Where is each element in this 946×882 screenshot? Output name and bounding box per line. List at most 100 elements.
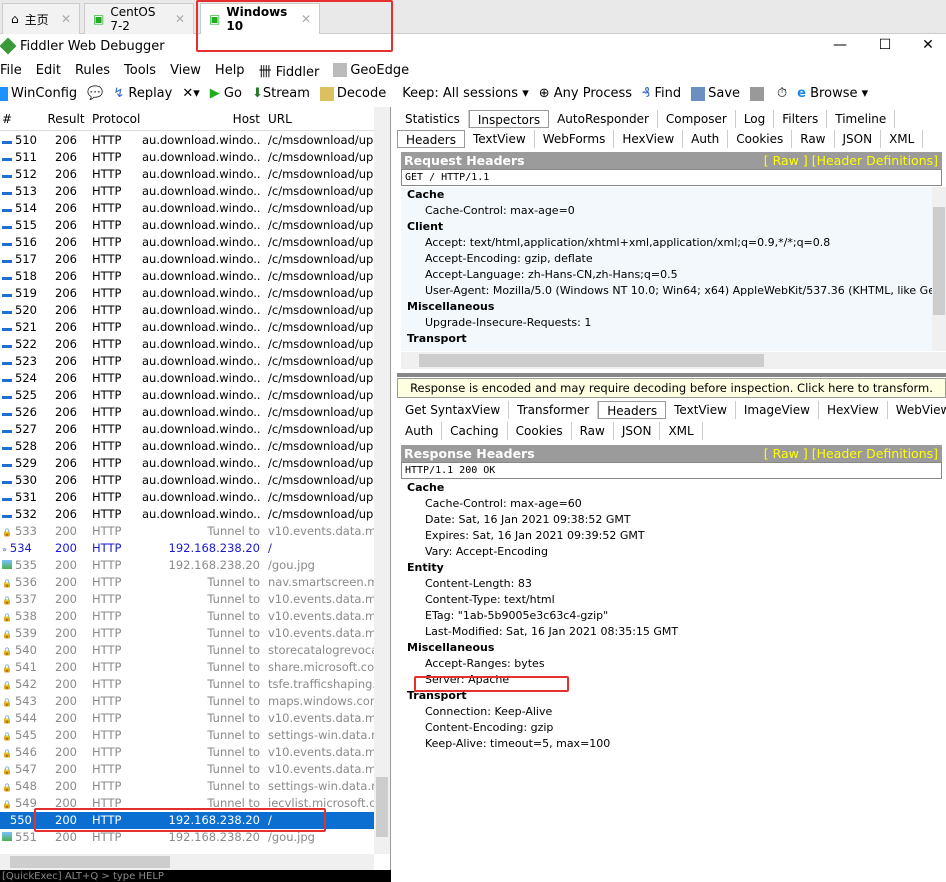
- tab-imageview[interactable]: ImageView: [736, 401, 819, 419]
- go-button[interactable]: ▶ Go: [210, 86, 242, 101]
- col-url[interactable]: URL: [268, 112, 374, 126]
- browse-button[interactable]: e Browse ▾: [797, 86, 868, 101]
- session-row[interactable]: 🔒536 200 HTTP Tunnel to nav.smartscreen.micr: [0, 574, 374, 591]
- tab-textview[interactable]: TextView: [666, 401, 736, 419]
- session-row[interactable]: 🔒537 200 HTTP Tunnel to v10.events.data.micr: [0, 591, 374, 608]
- session-row[interactable]: » 534 200 HTTP 192.168.238.20 /: [0, 540, 374, 557]
- header-group[interactable]: Miscellaneous: [401, 299, 942, 315]
- col-protocol[interactable]: Protocol: [92, 112, 142, 126]
- menu-file[interactable]: File: [0, 63, 22, 78]
- session-row[interactable]: 528 206 HTTP au.download.windo... /c/msdownl…: [0, 438, 374, 455]
- tab-transformer[interactable]: Transformer: [509, 401, 599, 419]
- header-group[interactable]: Cache: [401, 187, 942, 203]
- header-group[interactable]: Client: [401, 219, 942, 235]
- tab-textview[interactable]: TextView: [465, 130, 535, 148]
- horizontal-scrollbar[interactable]: [0, 854, 374, 870]
- close-icon[interactable]: ✕: [61, 12, 71, 26]
- menu-help[interactable]: Help: [215, 63, 245, 78]
- tab-json[interactable]: JSON: [614, 422, 661, 440]
- tab-caching[interactable]: Caching: [442, 422, 508, 440]
- session-row[interactable]: 🔒541 200 HTTP Tunnel to share.microsoft.com:…: [0, 659, 374, 676]
- screenshot-button[interactable]: [750, 86, 767, 101]
- comment-button[interactable]: 💬: [87, 86, 103, 101]
- splitter[interactable]: [397, 373, 946, 377]
- header-group[interactable]: Miscellaneous: [401, 640, 942, 656]
- tab-hexview[interactable]: HexView: [819, 401, 888, 419]
- tab-filters[interactable]: Filters: [774, 110, 828, 128]
- session-row[interactable]: 🔒540 200 HTTP Tunnel to storecatalogrevocati…: [0, 642, 374, 659]
- maximize-button[interactable]: ☐: [865, 34, 905, 56]
- timer-button[interactable]: ⏱: [777, 86, 787, 101]
- transform-notice[interactable]: Response is encoded and may require deco…: [397, 378, 946, 398]
- menu-tools[interactable]: Tools: [124, 63, 156, 78]
- tab-get-syntaxview[interactable]: Get SyntaxView: [397, 401, 510, 419]
- col-result[interactable]: Result: [46, 112, 86, 126]
- session-row[interactable]: 535 200 HTTP 192.168.238.20/gou.jpg: [0, 557, 374, 574]
- session-row[interactable]: 511 206 HTTP au.download.windo... /c/msdownl…: [0, 149, 374, 166]
- tab-json[interactable]: JSON: [835, 130, 882, 148]
- request-vertical-scrollbar[interactable]: [932, 187, 946, 351]
- session-row[interactable]: 🔒542 200 HTTP Tunnel to tsfe.trafficshaping.…: [0, 676, 374, 693]
- remove-button[interactable]: ✕▾: [182, 86, 199, 101]
- save-button[interactable]: Save: [691, 86, 740, 101]
- session-row[interactable]: 527 206 HTTP au.download.windo... /c/msdownl…: [0, 421, 374, 438]
- tab-statistics[interactable]: Statistics: [397, 110, 469, 128]
- winconfig-button[interactable]: WinConfig: [0, 86, 77, 101]
- tab-centos[interactable]: ▣ CentOS 7-2 ✕: [84, 3, 194, 34]
- session-row[interactable]: 🔒546 200 HTTP Tunnel to v10.events.data.micr: [0, 744, 374, 761]
- tab-timeline[interactable]: Timeline: [827, 110, 896, 128]
- any-process-button[interactable]: ⊕ Any Process: [539, 86, 632, 101]
- session-row[interactable]: 519 206 HTTP au.download.windo... /c/msdownl…: [0, 285, 374, 302]
- session-row[interactable]: 🔒538 200 HTTP Tunnel to v10.events.data.micr: [0, 608, 374, 625]
- request-horizontal-scrollbar[interactable]: [401, 352, 946, 369]
- session-row[interactable]: 518 206 HTTP au.download.windo... /c/msdownl…: [0, 268, 374, 285]
- session-row[interactable]: 515 206 HTTP au.download.windo... /c/msdownl…: [0, 217, 374, 234]
- session-row[interactable]: 517 206 HTTP au.download.windo... /c/msdownl…: [0, 251, 374, 268]
- tab-cookies[interactable]: Cookies: [508, 422, 572, 440]
- stream-button[interactable]: ⬇Stream: [252, 86, 310, 101]
- session-row[interactable]: 513 206 HTTP au.download.windo... /c/msdownl…: [0, 183, 374, 200]
- tab-hexview[interactable]: HexView: [614, 130, 684, 148]
- tab-xml[interactable]: XML: [660, 422, 703, 440]
- tab-composer[interactable]: Composer: [658, 110, 736, 128]
- header-links[interactable]: [ Raw ] [Header Definitions]: [764, 445, 938, 462]
- tab-raw[interactable]: Raw: [792, 130, 835, 148]
- tab-webforms[interactable]: WebForms: [535, 130, 615, 148]
- tab-cookies[interactable]: Cookies: [728, 130, 793, 148]
- session-row[interactable]: 531 206 HTTP au.download.windo... /c/msdownl…: [0, 489, 374, 506]
- tab-webview[interactable]: WebView: [888, 401, 946, 419]
- session-row[interactable]: 🔒548 200 HTTP Tunnel to settings-win.data.mi…: [0, 778, 374, 795]
- col-host[interactable]: Host: [142, 112, 260, 126]
- tab-auth[interactable]: Auth: [397, 422, 443, 440]
- menu-rules[interactable]: Rules: [75, 63, 110, 78]
- menu-edit[interactable]: Edit: [36, 63, 61, 78]
- session-row[interactable]: 529 206 HTTP au.download.windo... /c/msdownl…: [0, 455, 374, 472]
- menu-geoedge[interactable]: GeoEdge: [333, 63, 409, 78]
- session-row[interactable]: 526 206 HTTP au.download.windo... /c/msdownl…: [0, 404, 374, 421]
- tab-home[interactable]: ⌂ 主页 ✕: [2, 3, 80, 34]
- find-button[interactable]: ₰ Find: [642, 86, 681, 101]
- session-row[interactable]: 532 206 HTTP au.download.windo... /c/msdownl…: [0, 506, 374, 523]
- minimize-button[interactable]: —: [820, 34, 860, 56]
- header-group[interactable]: Cache: [401, 480, 942, 496]
- menu-view[interactable]: View: [170, 63, 201, 78]
- replay-button[interactable]: ↯ Replay: [113, 86, 172, 101]
- col-number[interactable]: #: [0, 112, 46, 126]
- session-row[interactable]: 514 206 HTTP au.download.windo... /c/msdownl…: [0, 200, 374, 217]
- session-row[interactable]: 525 206 HTTP au.download.windo... /c/msdownl…: [0, 387, 374, 404]
- close-button[interactable]: ✕: [908, 34, 946, 56]
- session-row[interactable]: 🔒544 200 HTTP Tunnel to v10.events.data.micr: [0, 710, 374, 727]
- session-row[interactable]: 🔒545 200 HTTP Tunnel to settings-win.data.mi…: [0, 727, 374, 744]
- quickexec-bar[interactable]: [QuickExec] ALT+Q > type HELP: [0, 870, 391, 882]
- keep-sessions-dropdown[interactable]: Keep: All sessions ▾: [402, 86, 528, 101]
- tab-raw[interactable]: Raw: [572, 422, 614, 440]
- session-row[interactable]: 523 206 HTTP au.download.windo... /c/msdownl…: [0, 353, 374, 370]
- header-links[interactable]: [ Raw ] [Header Definitions]: [764, 152, 938, 169]
- header-group[interactable]: Entity: [401, 560, 942, 576]
- session-row[interactable]: 521 206 HTTP au.download.windo... /c/msdownl…: [0, 319, 374, 336]
- session-row[interactable]: 530 206 HTTP au.download.windo... /c/msdownl…: [0, 472, 374, 489]
- session-row[interactable]: 512 206 HTTP au.download.windo... /c/msdownl…: [0, 166, 374, 183]
- session-row[interactable]: 516 206 HTTP au.download.windo... /c/msdownl…: [0, 234, 374, 251]
- tab-log[interactable]: Log: [736, 110, 775, 128]
- tab-inspectors[interactable]: Inspectors: [468, 110, 550, 128]
